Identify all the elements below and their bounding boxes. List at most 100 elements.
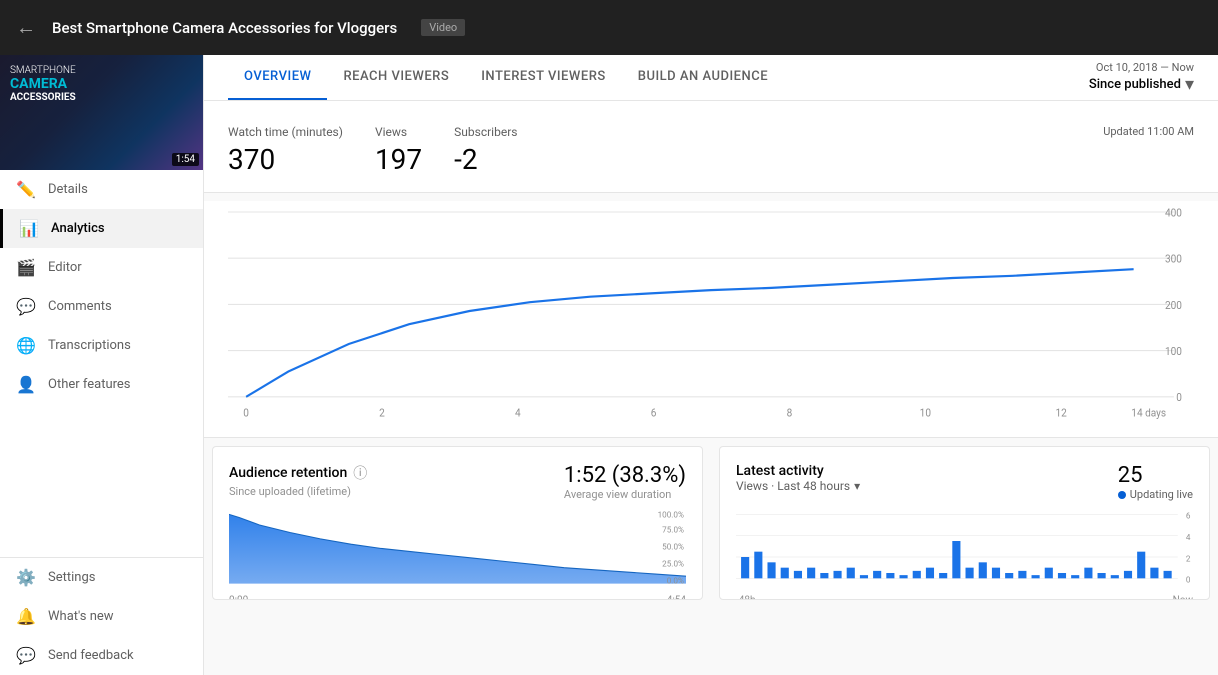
updated-text: Updated 11:00 AM	[1103, 117, 1194, 138]
sidebar-label-comments: Comments	[48, 299, 112, 314]
svg-text:0: 0	[1176, 391, 1182, 405]
stats-row: Watch time (minutes) 370 Views 197 Subsc…	[204, 101, 1218, 193]
video-duration: 1:54	[172, 153, 199, 166]
retention-header-right: 1:52 (38.3%) Average view duration	[564, 463, 686, 501]
tab-overview[interactable]: OVERVIEW	[228, 55, 327, 100]
svg-text:0: 0	[1186, 575, 1191, 585]
filter-chevron-icon: ▾	[854, 479, 860, 493]
stat-watch-time-label: Watch time (minutes)	[228, 125, 343, 139]
whats-new-icon: 🔔	[16, 607, 36, 626]
sidebar-item-editor[interactable]: 🎬 Editor	[0, 248, 203, 287]
stat-views: Views 197	[375, 117, 454, 192]
sidebar-label-editor: Editor	[48, 260, 82, 275]
activity-header-left: Latest activity Views · Last 48 hours ▾	[736, 463, 860, 493]
svg-text:50.0%: 50.0%	[662, 542, 684, 552]
svg-text:6: 6	[651, 406, 657, 420]
live-dot	[1118, 491, 1126, 499]
main-chart: 400 300 200 100 0 0 2 4 6 8 10 12 14 day…	[204, 201, 1218, 438]
sidebar-bottom: ⚙️ Settings 🔔 What's new 💬 Send feedback	[0, 557, 203, 675]
chart-wrap: 400 300 200 100 0 0 2 4 6 8 10 12 14 day…	[228, 201, 1194, 421]
retention-axis: 0:00 4:54	[229, 593, 686, 600]
svg-text:4: 4	[1186, 533, 1191, 543]
date-filter[interactable]: Oct 10, 2018 — Now Since published ▾	[1089, 61, 1194, 95]
activity-svg: 6 4 2 0	[736, 509, 1193, 589]
sidebar-item-whats-new[interactable]: 🔔 What's new	[0, 597, 203, 636]
retention-value: 1:52 (38.3%)	[564, 463, 686, 488]
activity-title: Latest activity	[736, 463, 860, 479]
views-filter-label: Views · Last 48 hours	[736, 479, 850, 493]
sidebar-item-settings[interactable]: ⚙️ Settings	[0, 558, 203, 597]
settings-icon: ⚙️	[16, 568, 36, 587]
retention-x-start: 0:00	[229, 595, 248, 600]
sidebar-label-transcriptions: Transcriptions	[48, 338, 131, 353]
sidebar-label-feedback: Send feedback	[48, 648, 134, 663]
sidebar-nav: ✏️ Details 📊 Analytics 🎬 Editor 💬 Commen…	[0, 170, 203, 557]
date-range: Oct 10, 2018 — Now Since published ▾	[1089, 61, 1194, 95]
video-thumbnail: SMARTPHONE CAMERA ACCESSORIES 1:54	[0, 55, 203, 170]
svg-text:12: 12	[1056, 406, 1067, 420]
video-badge: Video	[421, 19, 465, 36]
stat-watch-time-value: 370	[228, 143, 343, 176]
sidebar-item-details[interactable]: ✏️ Details	[0, 170, 203, 209]
back-button[interactable]: ←	[16, 15, 36, 40]
retention-chart: 100.0% 75.0% 50.0% 25.0% 0.0% 0:00 4:54	[213, 509, 702, 599]
retention-header: Audience retention ⓘ Since uploaded (lif…	[213, 447, 702, 509]
activity-axis: -48h Now	[736, 593, 1193, 600]
sidebar-label-details: Details	[48, 182, 88, 197]
sidebar-label-settings: Settings	[48, 570, 95, 585]
stat-subscribers-label: Subscribers	[454, 125, 517, 139]
views-filter[interactable]: Views · Last 48 hours ▾	[736, 479, 860, 493]
retention-meta: Since uploaded (lifetime)	[229, 485, 367, 498]
stat-views-value: 197	[375, 143, 422, 176]
stat-subscribers: Subscribers -2	[454, 117, 549, 192]
retention-x-end: 4:54	[667, 595, 686, 600]
pencil-icon: ✏️	[16, 180, 36, 199]
sidebar-item-feedback[interactable]: 💬 Send feedback	[0, 636, 203, 675]
features-icon: 👤	[16, 375, 36, 394]
tab-audience[interactable]: BUILD AN AUDIENCE	[622, 55, 784, 100]
date-select[interactable]: Since published ▾	[1089, 74, 1194, 95]
thumb-line3: ACCESSORIES	[10, 92, 76, 103]
sidebar: SMARTPHONE CAMERA ACCESSORIES 1:54 ✏️ De…	[0, 55, 204, 675]
svg-text:300: 300	[1165, 252, 1182, 266]
activity-panel: Latest activity Views · Last 48 hours ▾ …	[719, 446, 1210, 600]
chart-svg: 400 300 200 100 0 0 2 4 6 8 10 12 14 day…	[228, 201, 1194, 421]
tab-interest[interactable]: INTEREST VIEWERS	[465, 55, 622, 100]
tab-reach[interactable]: REACH VIEWERS	[327, 55, 465, 100]
activity-value: 25	[1118, 463, 1193, 488]
activity-tag-label: Updating live	[1130, 488, 1193, 501]
activity-header: Latest activity Views · Last 48 hours ▾ …	[720, 447, 1209, 509]
sidebar-item-analytics[interactable]: 📊 Analytics	[0, 209, 203, 248]
svg-text:10: 10	[920, 406, 931, 420]
svg-text:4: 4	[515, 406, 521, 420]
main-layout: SMARTPHONE CAMERA ACCESSORIES 1:54 ✏️ De…	[0, 55, 1218, 675]
svg-text:2: 2	[379, 406, 385, 420]
retention-title: Audience retention ⓘ	[229, 463, 367, 483]
svg-text:6: 6	[1186, 511, 1191, 521]
svg-text:8: 8	[787, 406, 793, 420]
stat-views-label: Views	[375, 125, 422, 139]
svg-text:200: 200	[1165, 298, 1182, 312]
feedback-icon: 💬	[16, 646, 36, 665]
comments-icon: 💬	[16, 297, 36, 316]
editor-icon: 🎬	[16, 258, 36, 277]
sidebar-item-comments[interactable]: 💬 Comments	[0, 287, 203, 326]
svg-text:75.0%: 75.0%	[662, 525, 684, 535]
svg-text:0: 0	[243, 406, 249, 420]
svg-text:2: 2	[1186, 554, 1191, 564]
stat-watch-time: Watch time (minutes) 370	[228, 117, 375, 192]
sidebar-item-transcriptions[interactable]: 🌐 Transcriptions	[0, 326, 203, 365]
svg-text:100: 100	[1165, 345, 1182, 359]
sidebar-item-features[interactable]: 👤 Other features	[0, 365, 203, 404]
thumb-text: SMARTPHONE CAMERA ACCESSORIES	[10, 65, 76, 103]
retention-info-icon[interactable]: ⓘ	[353, 463, 367, 483]
sidebar-label-whats-new: What's new	[48, 609, 114, 624]
retention-svg: 100.0% 75.0% 50.0% 25.0% 0.0%	[229, 509, 686, 589]
svg-text:25.0%: 25.0%	[662, 559, 684, 569]
activity-tag: Updating live	[1118, 488, 1193, 501]
retention-panel: Audience retention ⓘ Since uploaded (lif…	[212, 446, 703, 600]
tabs-bar: OVERVIEW REACH VIEWERS INTEREST VIEWERS …	[204, 55, 1218, 101]
video-title: Best Smartphone Camera Accessories for V…	[52, 19, 397, 37]
activity-header-right: 25 Updating live	[1118, 463, 1193, 501]
retention-avg-label: Average view duration	[564, 488, 686, 501]
